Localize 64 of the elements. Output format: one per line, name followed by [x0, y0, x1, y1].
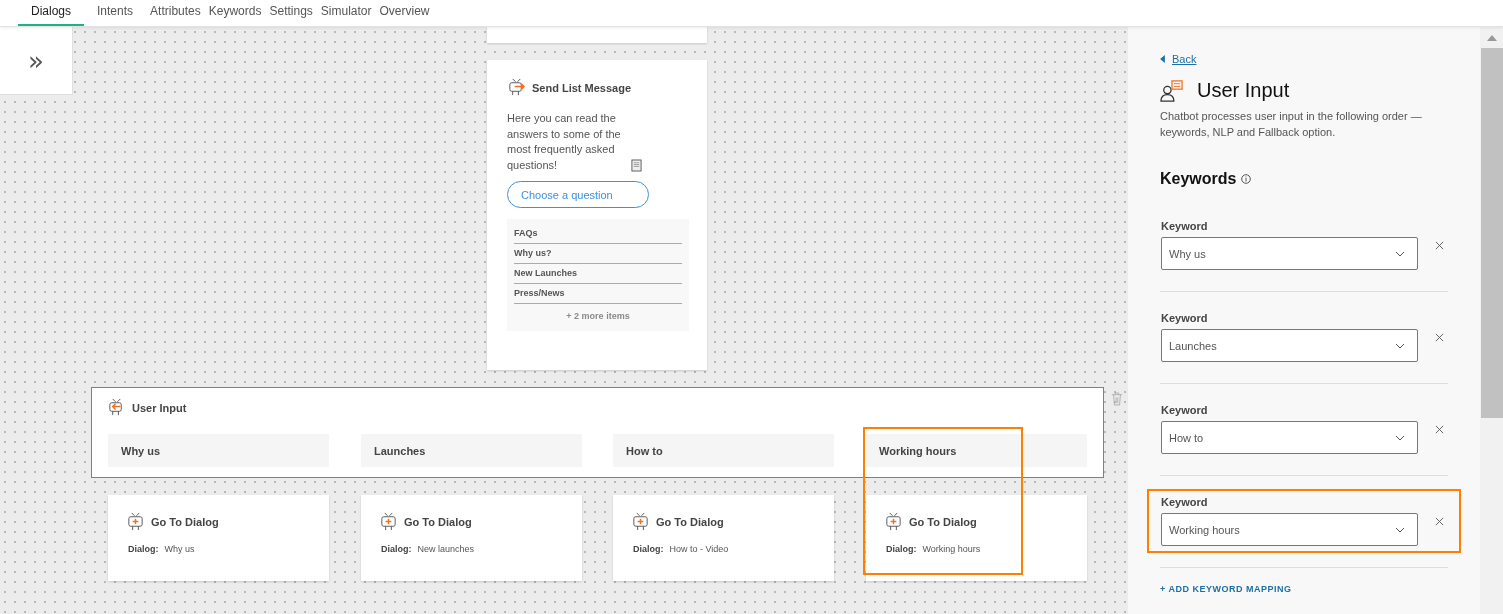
choose-question-button[interactable]: Choose a question — [507, 181, 649, 208]
list-item: Press/News — [514, 284, 682, 304]
close-icon[interactable] — [1435, 241, 1444, 250]
close-icon[interactable] — [1435, 333, 1444, 342]
back-link[interactable]: Back — [1160, 53, 1197, 65]
nav-tab[interactable]: Attributes — [146, 0, 205, 26]
chevron-down-icon — [1395, 434, 1405, 441]
document-icon — [631, 159, 642, 172]
caret-left-icon — [1160, 55, 1165, 63]
user-message-icon — [1160, 79, 1184, 102]
dialog-label: Dialog: — [128, 544, 159, 554]
close-icon[interactable] — [1435, 425, 1444, 434]
nav-tab[interactable]: Simulator — [316, 0, 376, 26]
chevron-down-icon — [1395, 342, 1405, 349]
chevron-down-icon — [1395, 526, 1405, 533]
node-title: User Input — [132, 401, 187, 414]
dialog-name: Working hours — [922, 544, 981, 554]
nav-tab[interactable]: Settings — [265, 0, 317, 26]
keyword-branch[interactable]: How to — [613, 434, 834, 467]
keyword-branch[interactable]: Working hours — [866, 434, 1087, 467]
dialog-label: Dialog: — [633, 544, 664, 554]
dialog-label: Dialog: — [886, 544, 917, 554]
robot-icon — [631, 512, 650, 531]
robot-icon — [884, 512, 903, 531]
chevron-down-icon — [1395, 250, 1405, 257]
node-title: Send List Message — [532, 81, 632, 94]
panel-description: Chatbot processes user input in the following order — keywords, NLP and Fallback option. — [1160, 109, 1423, 140]
keyword-dropdown[interactable]: Why us — [1161, 237, 1418, 270]
add-keyword-mapping-link[interactable]: + ADD KEYWORD MAPPING — [1160, 584, 1292, 594]
robot-icon — [379, 512, 398, 531]
keyword-dropdown[interactable]: Working hours — [1161, 513, 1418, 546]
list-item: Why us? — [514, 244, 682, 264]
nav-tab[interactable]: Intents — [84, 0, 147, 26]
expand-sidebar-button[interactable]: » — [0, 27, 73, 95]
robot-icon — [126, 512, 145, 531]
keyword-branch[interactable]: Launches — [361, 434, 582, 467]
keyword-dropdown[interactable]: Launches — [1161, 329, 1418, 362]
nav-tab[interactable]: Keywords — [204, 0, 266, 26]
field-label: Keyword — [1161, 220, 1209, 232]
section-title: Keywords — [1160, 170, 1237, 188]
info-icon[interactable] — [1241, 174, 1252, 184]
close-icon[interactable] — [1435, 517, 1444, 526]
robot-icon — [507, 78, 526, 97]
scrollbar[interactable] — [1480, 27, 1503, 614]
node-title: Go To Dialog — [909, 515, 977, 528]
dialog-name: New launches — [417, 544, 475, 554]
keyword-branch[interactable]: Why us — [108, 434, 329, 467]
message-text: Here you can read the answers to some of the most frequently asked questions! — [507, 111, 622, 173]
dialog-name: Why us — [164, 544, 195, 554]
dialog-name: How to - Video — [669, 544, 729, 554]
list-item: New Launches — [514, 264, 682, 284]
panel-title: User Input — [1197, 79, 1290, 102]
field-label: Keyword — [1161, 312, 1209, 324]
keyword-dropdown[interactable]: How to — [1161, 421, 1418, 454]
node-title: Go To Dialog — [656, 515, 724, 528]
field-label: Keyword — [1161, 404, 1209, 416]
field-label: Keyword — [1161, 496, 1209, 508]
more-items-text: + 2 more items — [565, 310, 631, 321]
nav-tab[interactable]: Overview — [375, 0, 434, 26]
list-item: FAQs — [514, 224, 682, 244]
dialog-label: Dialog: — [381, 544, 412, 554]
node-title: Go To Dialog — [404, 515, 472, 528]
scrollbar-thumb[interactable] — [1480, 48, 1503, 418]
node-title: Go To Dialog — [151, 515, 219, 528]
